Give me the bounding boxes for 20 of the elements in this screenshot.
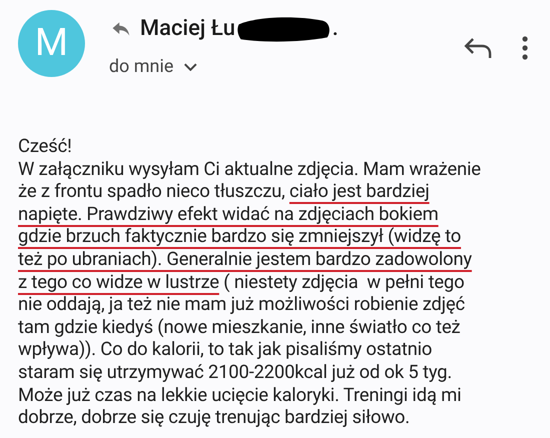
sender-name: Maciej Łu — [140, 15, 236, 43]
reply-icon[interactable] — [464, 37, 492, 59]
message-line: też po ubraniach). Generalnie jestem bardzo zadowolony — [18, 248, 473, 271]
message-line: nie oddają, ja też nie mam już możliwości robienie zdjęć — [18, 293, 466, 316]
message-line: tam gdzie kiedyś (nowe mieszkanie, inne światło co też — [18, 316, 462, 338]
message-line: gdzie brzuch faktycznie bardzo się zmniejszył (widzę to — [18, 225, 462, 248]
message-line: napięte. Prawdziwy efekt widać na zdjęciach bokiem — [18, 202, 440, 226]
chevron-down-icon — [184, 62, 197, 70]
message-line: Może już czas na lekkie ucięcie kaloryki. Treningi idą mi — [18, 384, 462, 406]
more-options-icon[interactable] — [522, 36, 528, 60]
message-line: z tego co widze w lustrze ( niestety zdjęcia w pełni tego — [18, 270, 466, 294]
message-line: staram się utrzymywać 2100-2200kcal już od ok 5 tyg. — [18, 360, 453, 384]
avatar: M — [18, 10, 85, 77]
message-line: wpływa)). Co do kalorii, to tak jak pisaliśmy ostatnio — [18, 338, 433, 361]
message-line: Cześć! — [18, 135, 73, 158]
message-line: W załączniku wysyłam Ci aktualne zdjęcia. Mam wrażenie — [18, 158, 482, 180]
message-line: dobrze, dobrze się czuję trenując bardziej siłowo. — [18, 406, 411, 429]
message-line: że z frontu spadło nieco tłuszczu, ciało jest bardziej — [18, 180, 430, 203]
sender-name-end: . — [332, 15, 338, 43]
recipient-dropdown[interactable]: do mnie — [109, 53, 338, 80]
